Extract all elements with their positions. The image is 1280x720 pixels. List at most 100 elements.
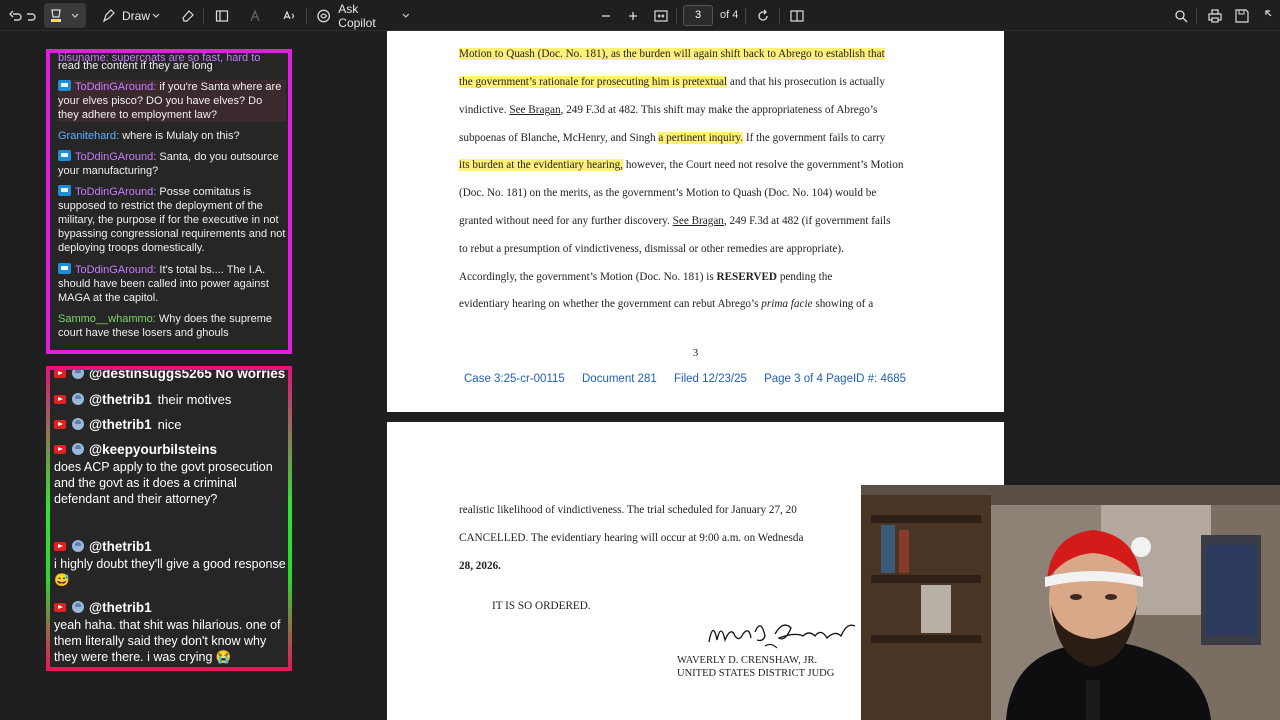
document-text: subpoenas of Blanche, McHenry, and Singh xyxy=(459,132,659,144)
highlighted-text: a pertinent inquiry. xyxy=(658,132,744,144)
ask-copilot-button[interactable]: Ask Copilot xyxy=(316,2,410,30)
page3-line: subpoenas of Blanche, McHenry, and Singh… xyxy=(459,132,931,144)
highlighted-text: as the burden will again shift back to A… xyxy=(610,48,885,60)
judge-signature xyxy=(708,624,856,649)
chat-username: @thetrib1 xyxy=(89,600,152,615)
print-icon[interactable] xyxy=(1206,4,1224,27)
zoom-out-icon[interactable] xyxy=(598,4,614,27)
document-text: (Doc. No. 181) on the merits, as the gov… xyxy=(459,187,877,199)
chat-row-header: @thetrib1 nice xyxy=(54,417,288,432)
copilot-icon xyxy=(317,9,331,22)
chat-message: read the content if they are long xyxy=(58,59,286,73)
draw-label: Draw xyxy=(121,8,150,23)
chat-row-header: @thetrib1 their motives xyxy=(54,392,288,407)
eraser-icon[interactable] xyxy=(180,4,196,27)
avatar-icon xyxy=(72,418,84,430)
document-text: to rebut a presumption of vindictiveness… xyxy=(459,243,844,255)
chevron-down-icon[interactable] xyxy=(69,4,81,27)
youtube-icon xyxy=(54,370,66,378)
page3-line: (Doc. No. 181) on the merits, as the gov… xyxy=(459,187,931,199)
footer-filed: Filed 12/23/25 xyxy=(674,373,747,385)
document-text: See Bragan xyxy=(672,215,724,227)
chat-message: Sammo__whammo: Why does the supreme cour… xyxy=(58,312,286,340)
chat-username: ToDdinGAround: xyxy=(75,151,157,163)
document-text: and that his prosecution is actually xyxy=(727,76,885,88)
avatar-icon xyxy=(72,540,84,552)
chat-row: @keepyourbilsteins does ACP apply to the … xyxy=(54,442,288,507)
chat-username: Granitehard: xyxy=(58,130,120,142)
footer-page: Page 3 of 4 PageID #: 4685 xyxy=(764,373,907,385)
rotate-icon[interactable] xyxy=(754,4,772,27)
search-icon[interactable] xyxy=(1172,4,1190,27)
avatar-icon xyxy=(72,370,84,379)
highlighted-text: the government’s rationale for prosecuti… xyxy=(459,76,728,88)
chat-message: Granitehard: where is Mulaly on this? xyxy=(58,129,286,143)
document-text: showing of a xyxy=(812,298,874,310)
subscriber-badge-icon xyxy=(58,80,71,91)
chat-row: @thetrib1 nice xyxy=(54,417,288,432)
chat-username: Sammo__whammo: xyxy=(58,313,156,325)
case-footer: Case 3:25-cr-00115 Document 281 Filed 12… xyxy=(464,373,920,385)
youtube-chat-overlay: @destinsuggs5265 No worries @thetrib1 the… xyxy=(46,366,292,671)
draw-button[interactable]: Draw xyxy=(98,4,154,27)
highlighted-text: its burden at the evidentiary hearing, xyxy=(459,159,624,171)
chat-text: read the content if they are long xyxy=(58,60,213,72)
chat-username: @thetrib1 xyxy=(89,392,152,407)
page3-line: its burden at the evidentiary hearing, h… xyxy=(459,159,931,171)
chat-username: ToDdinGAround: xyxy=(75,264,157,276)
webcam-feed xyxy=(861,485,1280,720)
page-number-input[interactable]: 3 xyxy=(683,5,713,26)
youtube-icon xyxy=(54,395,66,404)
subscriber-badge-icon xyxy=(58,263,71,274)
footer-case: Case 3:25-cr-00115 xyxy=(464,373,565,385)
page3-line: the government’s rationale for prosecuti… xyxy=(459,76,931,88)
youtube-icon xyxy=(54,603,66,612)
add-text-icon[interactable] xyxy=(248,4,264,27)
page3-line: granted without need for any further dis… xyxy=(459,215,931,227)
chat-text: yeah haha. that shit was hilarious. one … xyxy=(54,618,281,664)
chat-message: ToDdinGAround: if you're Santa where are… xyxy=(58,80,286,122)
document-text: prima facie xyxy=(761,298,813,310)
signer-title: UNITED STATES DISTRICT JUDG xyxy=(677,668,835,679)
youtube-icon xyxy=(54,445,66,454)
pdf-page-3: Motion to Quash (Doc. No. 181), as the b… xyxy=(387,31,1004,412)
chat-row-header: @thetrib1 xyxy=(54,539,288,554)
page3-line: vindictive. See Bragan, 249 F.3d at 482.… xyxy=(459,104,931,116)
page3-line: evidentiary hearing on whether the gover… xyxy=(459,298,931,310)
redo-icon[interactable] xyxy=(22,4,38,27)
read-aloud-icon[interactable] xyxy=(282,4,298,27)
chat-text: where is Mulaly on this? xyxy=(119,130,240,142)
document-text: See Bragan xyxy=(509,104,561,116)
chat-username: ToDdinGAround: xyxy=(75,81,157,93)
chat-text: their motives xyxy=(157,392,232,407)
avatar-icon xyxy=(72,443,84,455)
page-view-icon[interactable] xyxy=(788,4,806,27)
page3-line: Motion to Quash (Doc. No. 181), as the b… xyxy=(459,48,931,60)
signer-name: WAVERLY D. CRENSHAW, JR. xyxy=(677,655,818,666)
chat-message: ToDdinGAround: Santa, do you outsource y… xyxy=(58,150,286,178)
zoom-in-icon[interactable] xyxy=(625,4,641,27)
streamer-webcam-image xyxy=(861,485,1280,720)
highlighter-icon[interactable] xyxy=(48,4,64,27)
fit-page-icon[interactable] xyxy=(652,4,670,27)
page-number: 3 xyxy=(692,347,699,359)
subscriber-badge-icon xyxy=(58,185,71,196)
youtube-icon xyxy=(54,420,66,429)
page3-line: Accordingly, the government’s Motion (Do… xyxy=(459,271,931,283)
document-text: If the government fails to carry xyxy=(743,132,886,144)
chat-message: ToDdinGAround: Posse comitatus is suppos… xyxy=(58,185,286,255)
page-count: of 4 xyxy=(720,9,739,21)
avatar-icon xyxy=(72,393,84,405)
chat-row-partial: @destinsuggs5265 No worries xyxy=(54,370,288,381)
chat-username: @keepyourbilsteins xyxy=(89,442,217,457)
document-text: RESERVED xyxy=(716,271,778,283)
expand-icon[interactable] xyxy=(1262,4,1280,27)
chat-username: ToDdinGAround: xyxy=(75,186,157,198)
chat-username: @thetrib1 xyxy=(89,417,152,432)
save-icon[interactable] xyxy=(1233,4,1251,27)
subscriber-badge-icon xyxy=(58,150,71,161)
avatar-icon xyxy=(72,601,84,613)
text-box-icon[interactable] xyxy=(214,4,230,27)
chevron-down-icon[interactable] xyxy=(150,4,162,27)
chat-text: does ACP apply to the govt prosecution a… xyxy=(54,460,273,506)
